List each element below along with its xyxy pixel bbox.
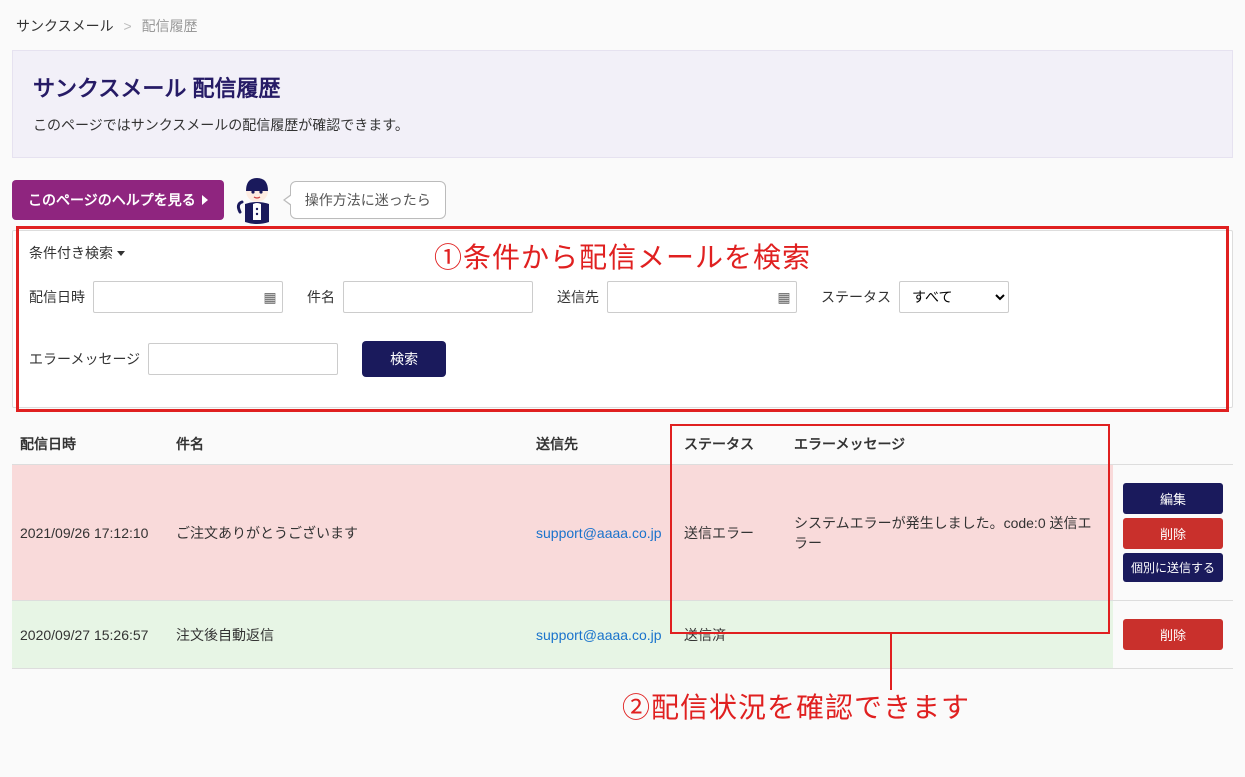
table-row: 2020/09/27 15:26:57注文後自動返信 support@aaaa.c…: [12, 601, 1233, 669]
cell-error: [786, 601, 1113, 669]
cell-status: 送信エラー: [676, 465, 786, 601]
cell-date: 2021/09/26 17:12:10: [12, 465, 168, 601]
cell-actions: 削除: [1113, 601, 1233, 669]
annotation-label-1: ①条件から配信メールを検索: [434, 236, 811, 276]
subject-label: 件名: [307, 287, 335, 307]
title-panel: サンクスメール 配信履歴 このページではサンクスメールの配信履歴が確認できます。: [12, 50, 1233, 158]
page-description: このページではサンクスメールの配信履歴が確認できます。: [33, 115, 1212, 135]
error-label: エラーメッセージ: [29, 349, 140, 369]
error-input[interactable]: [148, 343, 338, 375]
date-input[interactable]: [93, 281, 283, 313]
search-fields: 配信日時 ▦ 件名 送信先 ▦ ステータス すべて: [29, 281, 1216, 377]
recipient-label: 送信先: [557, 287, 599, 307]
annotation-label-2: ②配信状況を確認できます: [622, 686, 970, 726]
th-actions: [1113, 424, 1233, 465]
status-select[interactable]: すべて: [899, 281, 1009, 313]
picker-icon[interactable]: ▦: [777, 290, 791, 304]
delete-button[interactable]: 削除: [1123, 619, 1223, 650]
status-label: ステータス: [821, 287, 891, 307]
help-tooltip-text: 操作方法に迷ったら: [305, 192, 431, 208]
help-button-label: このページのヘルプを見る: [28, 190, 196, 210]
breadcrumb-sep: >: [123, 18, 131, 34]
datepicker-icon[interactable]: ▦: [263, 290, 277, 304]
edit-button[interactable]: 編集: [1123, 483, 1223, 514]
th-status: ステータス: [676, 424, 786, 465]
recipient-link[interactable]: support@aaaa.co.jp: [536, 525, 662, 541]
table-row: 2021/09/26 17:12:10ご注文ありがとうございます support@…: [12, 465, 1233, 601]
breadcrumb-current: 配信履歴: [142, 18, 198, 34]
cell-subject: ご注文ありがとうございます: [168, 465, 528, 601]
th-subject: 件名: [168, 424, 528, 465]
triangle-right-icon: [202, 195, 208, 205]
delete-button[interactable]: 削除: [1123, 518, 1223, 549]
th-date: 配信日時: [12, 424, 168, 465]
cell-error: システムエラーが発生しました。code:0 送信エラー: [786, 465, 1113, 601]
search-panel-title: 条件付き検索: [29, 243, 113, 263]
assistant-avatar-icon: [234, 176, 280, 224]
recipient-link[interactable]: support@aaaa.co.jp: [536, 627, 662, 643]
recipient-input[interactable]: [607, 281, 797, 313]
help-tooltip: 操作方法に迷ったら: [290, 181, 446, 219]
search-button[interactable]: 検索: [362, 341, 446, 377]
caret-down-icon: [117, 251, 125, 256]
subject-input[interactable]: [343, 281, 533, 313]
search-panel-toggle[interactable]: 条件付き検索: [29, 243, 125, 263]
cell-actions: 編集削除個別に送信する: [1113, 465, 1233, 601]
help-row: このページのヘルプを見る 操作方法に迷ったら: [12, 176, 1233, 224]
cell-recipient: support@aaaa.co.jp: [528, 465, 676, 601]
cell-recipient: support@aaaa.co.jp: [528, 601, 676, 669]
cell-status: 送信済: [676, 601, 786, 669]
help-button[interactable]: このページのヘルプを見る: [12, 180, 224, 220]
cell-date: 2020/09/27 15:26:57: [12, 601, 168, 669]
th-error: エラーメッセージ: [786, 424, 1113, 465]
resend-button[interactable]: 個別に送信する: [1123, 553, 1223, 582]
th-recipient: 送信先: [528, 424, 676, 465]
table-wrap: 配信日時 件名 送信先 ステータス エラーメッセージ 2021/09/26 17…: [12, 424, 1233, 669]
breadcrumb: サンクスメール > 配信履歴: [12, 12, 1233, 50]
history-table: 配信日時 件名 送信先 ステータス エラーメッセージ 2021/09/26 17…: [12, 424, 1233, 669]
date-label: 配信日時: [29, 287, 85, 307]
breadcrumb-parent[interactable]: サンクスメール: [16, 18, 114, 34]
cell-subject: 注文後自動返信: [168, 601, 528, 669]
page-title: サンクスメール 配信履歴: [33, 71, 1212, 103]
